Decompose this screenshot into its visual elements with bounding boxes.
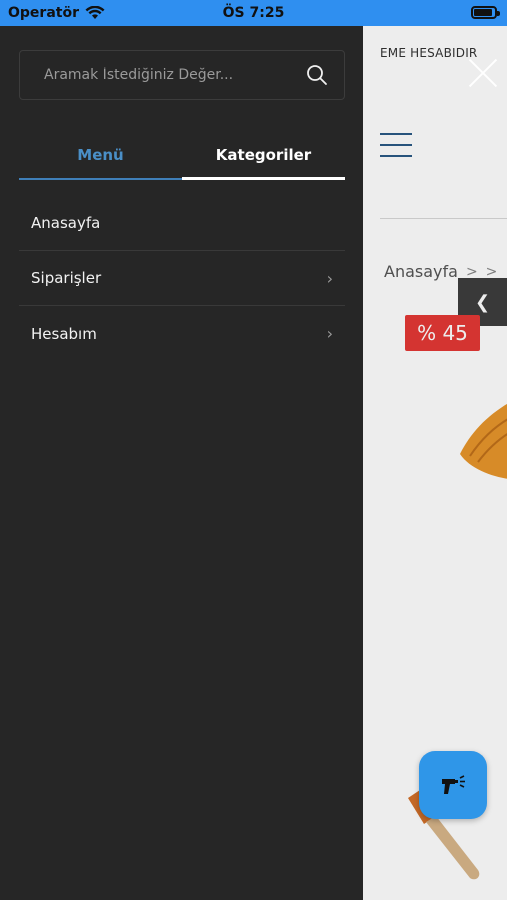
menu-item-orders[interactable]: Siparişler ›: [19, 251, 345, 306]
search-box: [19, 50, 345, 100]
status-time: ÖS 7:25: [222, 5, 285, 21]
menu-item-account[interactable]: Hesabım ›: [19, 306, 345, 361]
chevron-right-icon: ›: [326, 324, 333, 343]
search-icon[interactable]: [306, 64, 328, 86]
menu-item-home[interactable]: Anasayfa: [19, 196, 345, 251]
tab-categories[interactable]: Kategoriler: [182, 134, 345, 180]
side-drawer: Menü Kategoriler Anasayfa Siparişler › H…: [0, 26, 363, 900]
drawer-tabs: Menü Kategoriler: [19, 134, 345, 180]
chevron-right-icon: ›: [326, 268, 333, 288]
menu-item-label: Anasayfa: [31, 214, 101, 232]
spray-gun-icon: [442, 775, 465, 794]
tab-menu[interactable]: Menü: [19, 134, 182, 180]
battery-icon: [471, 6, 500, 19]
menu-list: Anasayfa Siparişler › Hesabım ›: [19, 196, 345, 361]
fab-button[interactable]: [419, 751, 487, 819]
status-bar: Operatör ÖS 7:25: [0, 0, 507, 26]
search-input[interactable]: [44, 51, 294, 99]
menu-item-label: Hesabım: [31, 324, 97, 343]
menu-item-label: Siparişler: [31, 269, 102, 287]
close-icon[interactable]: [466, 56, 500, 90]
